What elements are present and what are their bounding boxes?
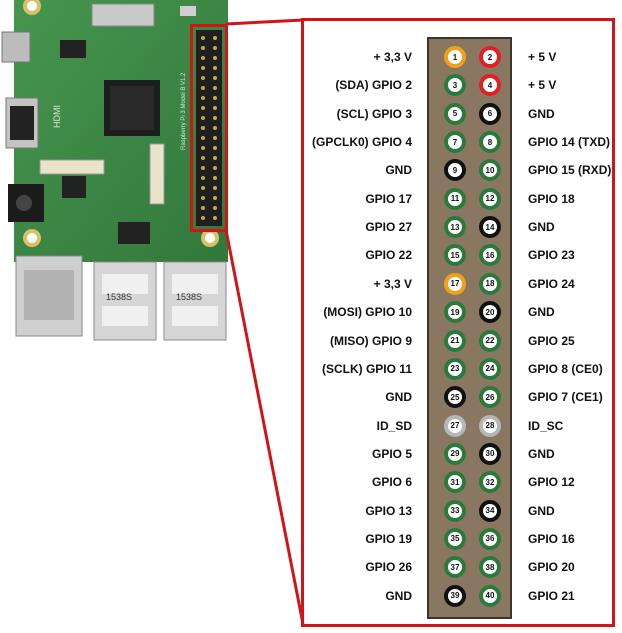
pin-label-right: + 5 V	[528, 78, 557, 93]
pin-17: 17	[444, 272, 466, 295]
pin-29: 29	[444, 442, 466, 465]
pin-label-left: GPIO 13	[365, 503, 412, 518]
pin-label-left: GPIO 22	[365, 248, 412, 263]
pin-label-left: (SCL) GPIO 3	[336, 106, 412, 121]
pin-label-right: + 5 V	[528, 50, 557, 64]
pin-label-right: GPIO 25	[528, 333, 575, 348]
pin-label-left: + 3,3 V	[373, 50, 412, 64]
pin-label-right: GPIO 16	[528, 531, 575, 546]
pin-label-right: GND	[528, 220, 555, 235]
pin-label-right: GPIO 14 (TXD)	[528, 135, 611, 150]
pin-header	[427, 37, 512, 619]
pin-18: 18	[479, 272, 501, 295]
pin-label-left: GPIO 27	[365, 220, 412, 235]
pin-label-right: GPIO 20	[528, 560, 575, 575]
pin-40: 40	[479, 584, 501, 607]
pin-label-left: (GPCLK0) GPIO 4	[311, 135, 412, 150]
pin-label-right: GPIO 15 (RXD)	[528, 163, 612, 178]
pin-label-left: GND	[385, 390, 412, 405]
pin-label-left: (MOSI) GPIO 10	[323, 305, 412, 320]
pin-label-left: GPIO 19	[365, 531, 412, 546]
pin-21: 21	[444, 329, 466, 352]
pin-label-left: + 3,3 V	[373, 276, 412, 291]
pin-label-left: (SDA) GPIO 2	[335, 78, 412, 93]
pin-label-right: GPIO 23	[528, 248, 575, 263]
pin-label-left: GND	[385, 163, 412, 178]
pin-label-right: GPIO 21	[528, 588, 575, 603]
pin-39: 39	[444, 584, 466, 607]
pin-label-left: GPIO 17	[365, 191, 412, 206]
pin-1: 1	[444, 46, 466, 68]
pin-label-right: GPIO 7 (CE1)	[528, 390, 603, 405]
pin-8: 8	[479, 131, 501, 154]
pin-33: 33	[444, 499, 466, 522]
pin-27: 27	[444, 414, 466, 437]
pin-6: 6	[479, 102, 501, 125]
pin-20: 20	[479, 301, 501, 324]
pinout-diagram: Raspberry Pi 3 Model B V1.2 HDMI 1538S 1…	[0, 0, 622, 633]
pin-label-right: GND	[528, 503, 555, 518]
pin-28: 28	[479, 414, 501, 437]
pin-label-left: ID_SD	[376, 418, 412, 433]
pin-24: 24	[479, 357, 501, 380]
pin-22: 22	[479, 329, 501, 352]
pin-label-right: GND	[528, 446, 555, 461]
pin-13: 13	[444, 216, 466, 239]
pin-5: 5	[444, 102, 466, 125]
pin-label-left: (MISO) GPIO 9	[329, 333, 412, 348]
pin-label-left: GPIO 26	[365, 560, 412, 575]
pin-2: 2	[479, 46, 501, 68]
pin-35: 35	[444, 527, 466, 550]
pin-label-right: ID_SC	[528, 418, 564, 433]
pin-30: 30	[479, 442, 501, 465]
pin-label-right: GPIO 8 (CE0)	[528, 361, 603, 376]
pin-label-left: GND	[385, 588, 412, 603]
pin-label-left: GPIO 6	[371, 475, 412, 490]
pin-23: 23	[444, 357, 466, 380]
pin-7: 7	[444, 131, 466, 154]
pin-14: 14	[479, 216, 501, 239]
pin-11: 11	[444, 187, 466, 210]
pin-label-right: GPIO 12	[528, 475, 575, 490]
pin-label-right: GND	[528, 305, 555, 320]
pin-label-left: GPIO 5	[371, 446, 412, 461]
pin-36: 36	[479, 527, 501, 550]
pin-34: 34	[479, 499, 501, 522]
pin-label-right: GPIO 24	[528, 276, 575, 291]
pin-label-left: (SCLK) GPIO 11	[321, 361, 412, 376]
pin-12: 12	[479, 187, 501, 210]
pin-label-right: GND	[528, 106, 555, 121]
pin-label-right: GPIO 18	[528, 191, 575, 206]
pin-19: 19	[444, 301, 466, 324]
